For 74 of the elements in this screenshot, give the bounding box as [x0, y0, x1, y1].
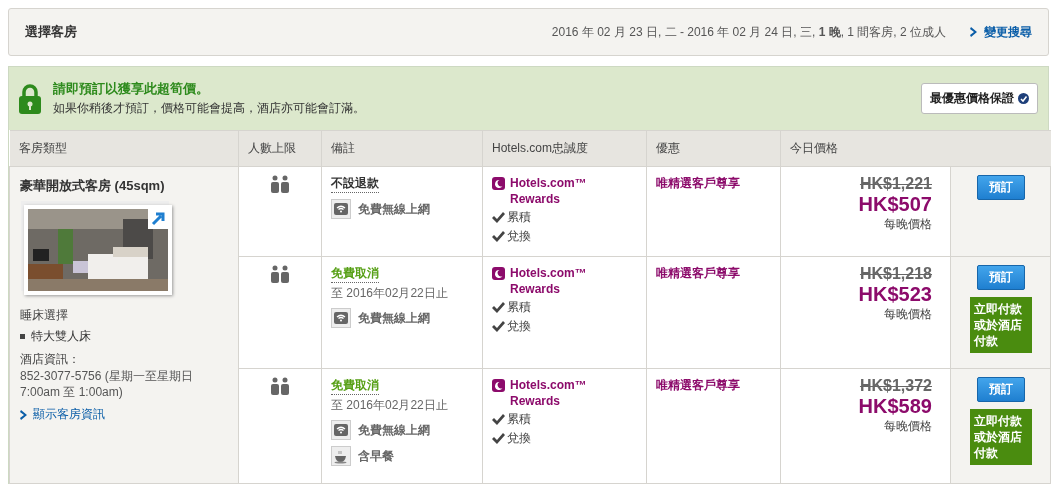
coffee-cup-icon [331, 446, 351, 466]
rewards-benefit: 兌換 [507, 228, 531, 245]
moon-logo-icon [492, 379, 505, 392]
book-button[interactable]: 預訂 [976, 377, 1025, 402]
original-price: HK$1,372 [859, 377, 932, 394]
check-icon [492, 212, 505, 223]
column-header: 備註 [321, 130, 483, 167]
lock-icon [19, 83, 41, 114]
moon-logo-icon [492, 267, 505, 280]
column-header: 人數上限 [238, 130, 322, 167]
booking-summary: 2016 年 02 月 23 日, 二 - 2016 年 02 月 24 日, 三, 1 晚, 1 間客房, 2 位成人 [551, 23, 946, 41]
check-icon [492, 414, 505, 425]
column-header: 優惠 [646, 130, 781, 167]
hotel-info-text: 852-3077-5756 (星期一至星期日 7:00am 至 1:00am) [20, 368, 194, 400]
per-night-label: 每晚價格 [884, 307, 932, 321]
cancellation-policy: 不設退款 [331, 175, 379, 193]
amenity-label: 免費無線上網 [358, 200, 430, 218]
rewards-benefit: 累積 [507, 299, 531, 316]
room-name: 豪華開放式客房 (45sqm) [20, 177, 166, 195]
discount-price: HK$523 [858, 283, 932, 305]
wifi-icon [331, 420, 351, 440]
original-price: HK$1,218 [859, 265, 932, 282]
rewards-benefit: 兌換 [507, 318, 531, 335]
amenity-label: 免費無線上網 [358, 309, 430, 327]
column-header: 今日價格 [780, 130, 1051, 167]
book-button[interactable]: 預訂 [976, 175, 1025, 200]
book-button[interactable]: 預訂 [976, 265, 1025, 290]
bed-choice-label: 睡床選擇 [20, 307, 69, 324]
discount-price: HK$589 [858, 395, 932, 417]
people-icon [270, 265, 290, 283]
cancel-deadline: 至 2016年02月22日止 [331, 397, 449, 414]
per-night-label: 每晚價格 [884, 419, 932, 433]
check-icon [492, 231, 505, 242]
rewards-name: Hotels.com™ Rewards [510, 377, 588, 409]
rewards-benefit: 累積 [507, 209, 531, 226]
rewards-name: Hotels.com™ Rewards [510, 265, 588, 297]
check-icon [492, 433, 505, 444]
check-icon [492, 321, 505, 332]
check-badge-icon [1018, 93, 1029, 104]
cancel-deadline: 至 2016年02月22日止 [331, 285, 449, 302]
rewards-benefit: 累積 [507, 411, 531, 428]
payment-option-tag: 立即付款或於酒店付款 [969, 409, 1032, 465]
rewards-benefit: 兌換 [507, 430, 531, 447]
cancellation-policy: 免費取消 [331, 377, 379, 395]
room-details-link[interactable]: 顯示客房資訊 [20, 406, 105, 423]
discount-price: HK$507 [858, 193, 932, 215]
moon-logo-icon [492, 177, 505, 190]
column-header: 客房類型 [9, 130, 239, 167]
offer-label: 唯精選客戶尊享 [656, 378, 740, 392]
amenity-label: 免費無線上網 [358, 421, 430, 439]
people-icon [270, 377, 290, 395]
offer-label: 唯精選客戶尊享 [656, 266, 740, 280]
payment-option-tag: 立即付款或於酒店付款 [969, 297, 1032, 353]
check-icon [492, 302, 505, 313]
amenity-label: 含早餐 [358, 447, 394, 465]
original-price: HK$1,221 [859, 175, 932, 192]
rewards-name: Hotels.com™ Rewards [510, 175, 588, 207]
change-search-link[interactable]: 變更搜尋 [970, 23, 1032, 41]
cancellation-policy: 免費取消 [331, 265, 379, 283]
column-header: Hotels.com忠誠度 [482, 130, 647, 167]
wifi-icon [331, 308, 351, 328]
people-icon [270, 175, 290, 193]
banner-headline: 請即預訂以獲享此超筍價。 [53, 80, 210, 98]
per-night-label: 每晚價格 [884, 217, 932, 231]
bullet-icon [20, 334, 25, 339]
chevron-icon [970, 27, 978, 37]
section-title: 選擇客房 [25, 23, 77, 41]
bed-type: 特大雙人床 [31, 328, 91, 345]
wifi-icon [331, 199, 351, 219]
hotel-info-label: 酒店資訊： [20, 351, 81, 368]
banner-text: 如果你稍後才預訂，價格可能會提高，酒店亦可能會訂滿。 [53, 100, 365, 117]
price-guarantee-button[interactable]: 最優惠價格保證 [921, 83, 1038, 114]
offer-label: 唯精選客戶尊享 [656, 176, 740, 190]
chevron-icon [20, 409, 28, 420]
